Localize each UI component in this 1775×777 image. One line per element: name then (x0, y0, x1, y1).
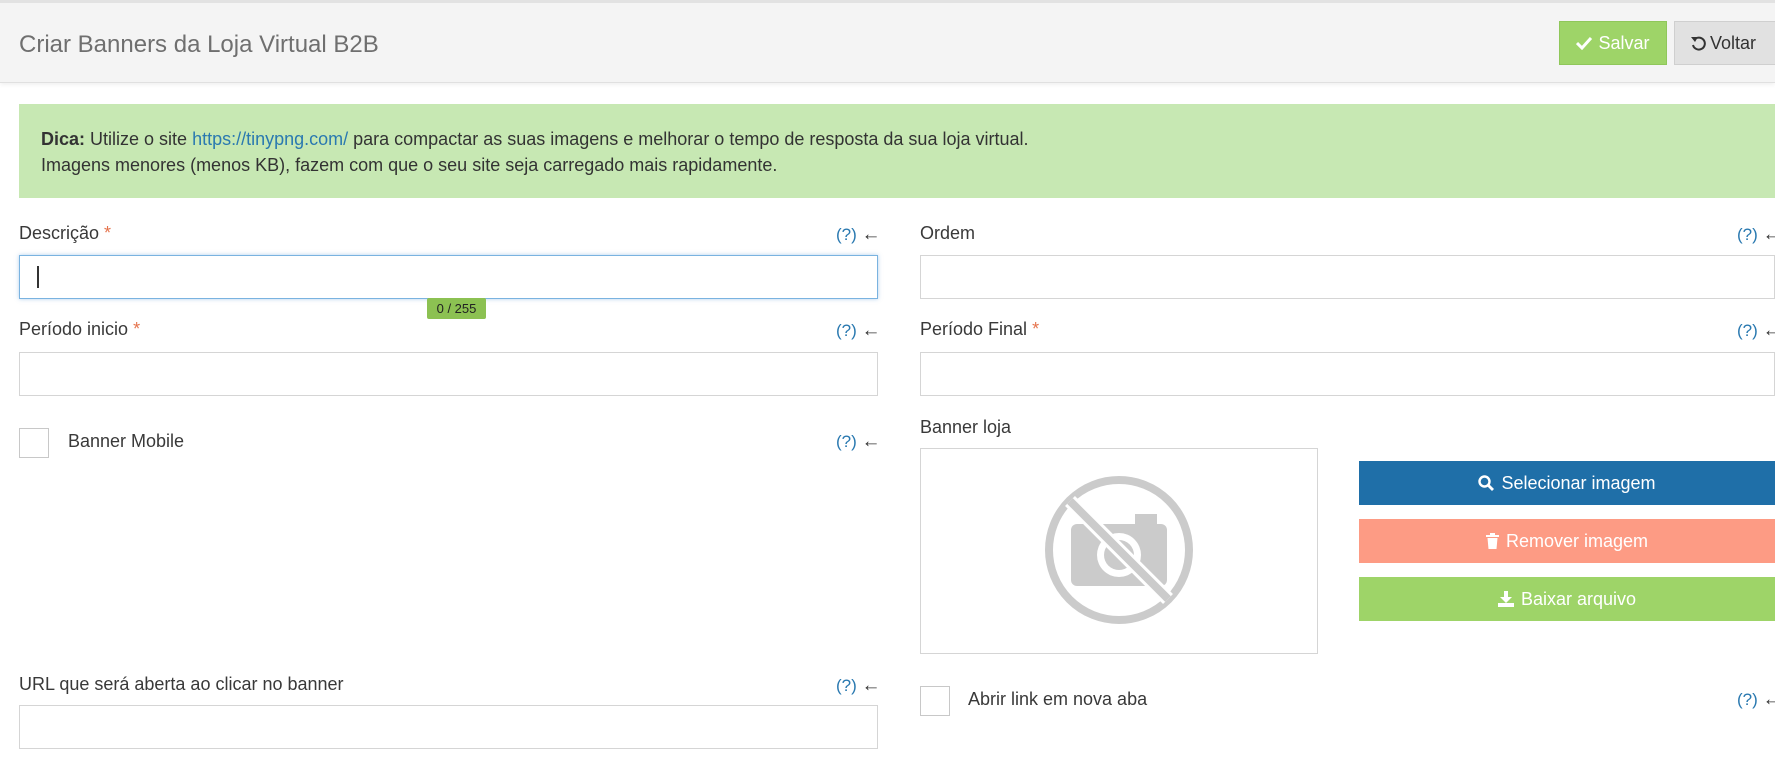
arrow-left-icon: ← (861, 675, 881, 696)
ordem-input[interactable] (920, 255, 1775, 299)
banner-mobile-checkbox[interactable] (19, 428, 49, 458)
select-image-label: Selecionar imagem (1501, 472, 1656, 493)
banner-loja-label: Banner loja (920, 417, 1012, 437)
url-input[interactable] (19, 705, 878, 749)
arrow-left-icon: ← (861, 431, 881, 452)
back-button[interactable]: Voltar (1674, 21, 1775, 65)
descricao-help[interactable]: (?) ← (836, 224, 881, 246)
ordem-label: Ordem (920, 223, 976, 243)
tip-alert: Dica: Utilize o site https://tinypng.com… (19, 104, 1775, 198)
back-button-label: Voltar (1710, 32, 1757, 53)
arrow-left-icon: ← (1762, 224, 1775, 245)
download-icon (1497, 591, 1514, 607)
periodo-inicio-help[interactable]: (?) ← (836, 320, 881, 342)
check-icon (1576, 36, 1593, 50)
arrow-left-icon: ← (1762, 320, 1775, 341)
download-file-label: Baixar arquivo (1520, 588, 1637, 609)
char-counter-badge: 0 / 255 (427, 298, 486, 319)
periodo-final-label-text: Período Final (920, 319, 1028, 339)
help-link[interactable]: (?) (836, 432, 857, 451)
ordem-help[interactable]: (?) ← (1737, 224, 1775, 246)
periodo-final-label: Período Final * (920, 319, 1039, 340)
remove-image-button[interactable]: Remover imagem (1359, 519, 1775, 563)
help-link[interactable]: (?) (836, 321, 857, 340)
nova-aba-help[interactable]: (?) ← (1737, 689, 1775, 711)
periodo-final-help[interactable]: (?) ← (1737, 320, 1775, 342)
trash-icon (1485, 533, 1499, 549)
periodo-inicio-input[interactable] (19, 352, 878, 396)
select-image-button[interactable]: Selecionar imagem (1359, 461, 1775, 505)
tip-line-1: Dica: Utilize o site https://tinypng.com… (41, 126, 1775, 152)
tip-text-after: para compactar as suas imagens e melhora… (348, 129, 1029, 149)
arrow-left-icon: ← (861, 224, 881, 245)
required-mark: * (1032, 319, 1040, 339)
banner-image-preview (920, 448, 1318, 654)
page-title: Criar Banners da Loja Virtual B2B (19, 31, 379, 58)
help-link[interactable]: (?) (836, 676, 857, 695)
url-help[interactable]: (?) ← (836, 675, 881, 697)
help-link[interactable]: (?) (1737, 690, 1758, 709)
tip-line-2: Imagens menores (menos KB), fazem com qu… (41, 155, 778, 175)
download-file-button[interactable]: Baixar arquivo (1359, 577, 1775, 621)
descricao-label-text: Descrição (19, 223, 100, 243)
arrow-left-icon: ← (1762, 689, 1775, 710)
text-caret (37, 266, 39, 288)
tip-text-before: Utilize o site (85, 129, 193, 149)
help-link[interactable]: (?) (836, 225, 857, 244)
save-button-label: Salvar (1598, 32, 1650, 53)
required-mark: * (133, 319, 141, 339)
undo-icon (1691, 36, 1706, 51)
periodo-inicio-label: Período inicio * (19, 319, 140, 340)
url-label: URL que será aberta ao clicar no banner (19, 674, 344, 694)
top-bar: Criar Banners da Loja Virtual B2B Salvar… (0, 0, 1775, 83)
banner-mobile-label: Banner Mobile (68, 431, 185, 451)
descricao-input[interactable] (19, 255, 878, 299)
nova-aba-label: Abrir link em nova aba (968, 689, 1148, 709)
tinypng-link[interactable]: https://tinypng.com/ (192, 129, 348, 149)
periodo-inicio-label-text: Período inicio (19, 319, 129, 339)
no-photo-icon (1045, 476, 1193, 624)
descricao-label: Descrição * (19, 223, 111, 244)
tip-bold: Dica: (41, 129, 86, 149)
nova-aba-checkbox[interactable] (920, 686, 950, 716)
help-link[interactable]: (?) (1737, 225, 1758, 244)
required-mark: * (104, 223, 112, 243)
arrow-left-icon: ← (861, 320, 881, 341)
remove-image-label: Remover imagem (1505, 530, 1649, 551)
periodo-final-input[interactable] (920, 352, 1775, 396)
search-icon (1478, 475, 1495, 491)
help-link[interactable]: (?) (1737, 321, 1758, 340)
banner-mobile-help[interactable]: (?) ← (836, 431, 881, 453)
save-button[interactable]: Salvar (1559, 21, 1667, 65)
